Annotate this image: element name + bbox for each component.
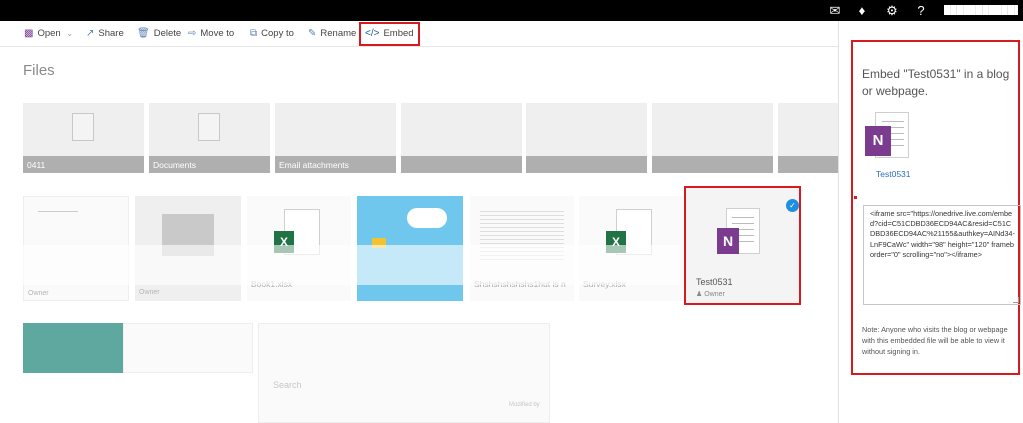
file-tile[interactable]: [123, 323, 253, 373]
trash-icon: 🗑: [137, 28, 150, 39]
gear-icon[interactable]: ⚙: [878, 0, 906, 21]
move-to-label: Move to: [200, 28, 235, 39]
folder-name: Email attachments: [279, 160, 349, 170]
embed-code-textarea[interactable]: <iframe src="https://onedrive.live.com/e…: [863, 205, 1021, 305]
rename-label: Rename: [320, 28, 357, 39]
bell-icon[interactable]: ♦: [848, 0, 876, 21]
panel-file-name[interactable]: Test0531: [876, 169, 911, 179]
embed-label: Embed: [383, 28, 414, 39]
share-icon: ↗: [86, 28, 95, 39]
onenote-file-icon: N: [865, 112, 909, 158]
copy-to-button[interactable]: ⧉ Copy to: [250, 24, 294, 44]
embed-panel: Embed "Test0531" in a blog or webpage. N…: [838, 21, 1023, 423]
pencil-icon: ✎: [308, 28, 317, 39]
owner-text: Owner: [704, 291, 725, 298]
checkmark-icon[interactable]: ✓: [786, 199, 799, 212]
people-icon: ♟: [696, 291, 705, 298]
onenote-icon: ▩: [24, 28, 34, 39]
owner-label: Owner: [28, 290, 49, 297]
owner-label: ♟ Owner: [696, 290, 725, 298]
folder-tile[interactable]: Email attachments: [275, 103, 396, 173]
annotation-dot: [854, 196, 857, 199]
share-label: Share: [98, 28, 124, 39]
folder-name: Documents: [153, 160, 196, 170]
code-icon: </>: [365, 28, 380, 39]
panel-title: Embed "Test0531" in a blog or webpage.: [862, 67, 1010, 98]
chat-icon[interactable]: ✉: [821, 0, 849, 21]
page-title: Files: [23, 62, 55, 79]
folder-name: 0411: [27, 160, 46, 170]
selected-file-name: Test0531: [696, 277, 733, 287]
cloud-icon: [407, 208, 447, 228]
move-to-button[interactable]: ⇨ Move to: [188, 24, 234, 44]
chevron-down-icon: ⌄: [66, 29, 74, 38]
folder-tile[interactable]: [526, 103, 647, 173]
folder-tile[interactable]: [401, 103, 522, 173]
help-icon[interactable]: ?: [907, 0, 935, 21]
onenote-icon: N: [865, 126, 891, 156]
folder-tile[interactable]: Documents: [149, 103, 270, 173]
selected-file-tile[interactable]: N ✓ Test0531 ♟ Owner: [684, 186, 801, 305]
resize-handle[interactable]: [1013, 297, 1019, 303]
file-tile[interactable]: [23, 323, 123, 373]
search-text: Search: [273, 380, 302, 390]
owner-label: Owner: [139, 289, 160, 296]
folder-icon: [198, 113, 220, 141]
folder-tile[interactable]: 0411: [23, 103, 144, 173]
delete-button[interactable]: 🗑 Delete: [137, 24, 181, 44]
onenote-icon: N: [717, 228, 739, 254]
folder-tile[interactable]: [778, 103, 838, 173]
user-name[interactable]: ████████████: [944, 5, 1018, 15]
embed-button[interactable]: </> Embed: [359, 22, 420, 46]
copy-icon: ⧉: [250, 28, 258, 39]
rename-button[interactable]: ✎ Rename: [308, 24, 356, 44]
top-bar: ✉ ♦ ⚙ ? ████████████: [0, 0, 1023, 21]
copy-to-label: Copy to: [261, 28, 294, 39]
folder-icon: [72, 113, 94, 141]
panel-note: Note: Anyone who visits the blog or webp…: [862, 325, 1008, 356]
open-label: Open: [37, 28, 61, 39]
share-button[interactable]: ↗ Share: [86, 24, 124, 44]
move-icon: ⇨: [188, 28, 197, 39]
file-tile[interactable]: Search Modified by: [258, 323, 550, 423]
command-bar: ▩ Open ⌄ ↗ Share 🗑 Delete ⇨ Move to ⧉ Copy to…: [0, 21, 838, 47]
delete-label: Delete: [153, 28, 182, 39]
folder-tile[interactable]: [652, 103, 773, 173]
modified-by-text: Modified by: [509, 402, 540, 408]
embed-code: <iframe src="https://onedrive.live.com/e…: [870, 209, 1015, 259]
open-button[interactable]: ▩ Open ⌄: [24, 24, 73, 44]
